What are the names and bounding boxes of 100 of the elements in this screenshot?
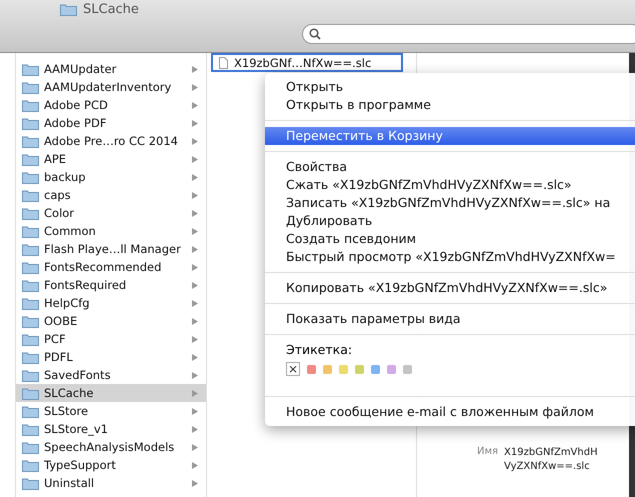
disclosure-arrow-icon[interactable] — [192, 300, 198, 306]
folder-row[interactable]: Common — [16, 222, 206, 240]
folder-row[interactable]: SLStore_v1 — [16, 420, 206, 438]
folder-icon — [60, 3, 77, 16]
no-label-option[interactable]: × — [286, 362, 300, 376]
disclosure-arrow-icon[interactable] — [192, 462, 198, 468]
disclosure-arrow-icon[interactable] — [192, 426, 198, 432]
folder-row[interactable]: caps — [16, 186, 206, 204]
search-field[interactable] — [302, 24, 635, 44]
label-swatch[interactable] — [371, 364, 380, 374]
disclosure-arrow-icon[interactable] — [192, 210, 198, 216]
disclosure-arrow-icon[interactable] — [192, 372, 198, 378]
folder-row[interactable]: APE — [16, 150, 206, 168]
menu-item[interactable]: Открыть в программе — [265, 96, 635, 114]
menu-item[interactable]: Сжать «X19zbGNfZmVhdHVyZXNfXw==.slc» — [265, 176, 635, 194]
disclosure-arrow-icon[interactable] — [192, 174, 198, 180]
disclosure-arrow-icon[interactable] — [192, 102, 198, 108]
folder-row[interactable]: Adobe Pre…ro CC 2014 — [16, 132, 206, 150]
disclosure-arrow-icon[interactable] — [192, 138, 198, 144]
folder-icon — [22, 152, 39, 166]
menu-item[interactable]: Новое сообщение e-mail с вложенным файлом — [265, 403, 635, 421]
folder-icon — [22, 386, 39, 400]
folder-icon — [22, 476, 39, 490]
folder-icon — [22, 242, 39, 256]
menu-item[interactable]: Создать псевдоним — [265, 230, 635, 248]
folder-row[interactable]: Color — [16, 204, 206, 222]
folder-icon — [22, 260, 39, 274]
disclosure-arrow-icon[interactable] — [192, 84, 198, 90]
folder-row[interactable]: SLStore — [16, 402, 206, 420]
disclosure-arrow-icon[interactable] — [192, 246, 198, 252]
folder-row[interactable]: SavedFonts — [16, 366, 206, 384]
label-swatch[interactable] — [403, 364, 412, 374]
folder-icon — [22, 368, 39, 382]
folder-row[interactable]: PCF — [16, 330, 206, 348]
folder-icon — [22, 296, 39, 310]
menu-item[interactable]: Показать параметры вида — [265, 310, 635, 328]
folder-row[interactable]: SLCache — [16, 384, 206, 402]
folder-icon — [22, 170, 39, 184]
folder-row[interactable]: backup — [16, 168, 206, 186]
folder-row[interactable]: Adobe PDF — [16, 114, 206, 132]
label-swatch[interactable] — [323, 364, 332, 374]
folder-row[interactable]: FontsRecommended — [16, 258, 206, 276]
label-swatch[interactable] — [387, 364, 396, 374]
menu-item[interactable]: Быстрый просмотр «X19zbGNfZmVhdHVyZXNfXw= — [265, 248, 635, 266]
disclosure-arrow-icon[interactable] — [192, 408, 198, 414]
folder-icon — [22, 350, 39, 364]
folder-row[interactable]: HelpCfg — [16, 294, 206, 312]
folder-row[interactable]: FontsRequired — [16, 276, 206, 294]
field-label: Имя — [477, 446, 498, 459]
folder-icon — [22, 224, 39, 238]
folder-row[interactable]: SpeechAnalysisModels — [16, 438, 206, 456]
folder-icon — [22, 278, 39, 292]
folder-row[interactable]: Flash Playe…ll Manager — [16, 240, 206, 258]
file-row[interactable]: X19zbGNf…NfXw==.slc — [211, 53, 403, 72]
disclosure-arrow-icon[interactable] — [192, 228, 198, 234]
folder-icon — [22, 440, 39, 454]
folder-icon — [22, 116, 39, 130]
menu-item[interactable]: Свойства — [265, 158, 635, 176]
folder-icon — [22, 404, 39, 418]
folder-icon — [22, 314, 39, 328]
disclosure-arrow-icon[interactable] — [192, 264, 198, 270]
disclosure-arrow-icon[interactable] — [192, 390, 198, 396]
folder-row[interactable]: Uninstall — [16, 474, 206, 492]
document-icon — [219, 56, 228, 68]
label-swatch[interactable] — [339, 364, 348, 374]
folder-icon — [22, 458, 39, 472]
field-value: X19zbGNfZmVhdHVyZXNfXw==.slc — [504, 446, 599, 473]
menu-item[interactable]: Копировать «X19zbGNfZmVhdHVyZXNfXw==.slc» — [265, 279, 635, 297]
disclosure-arrow-icon[interactable] — [192, 66, 198, 72]
label-swatch[interactable] — [355, 364, 364, 374]
folder-icon — [22, 206, 39, 220]
folder-row[interactable]: AAMUpdaterInventory — [16, 78, 206, 96]
label-swatch[interactable] — [307, 364, 316, 374]
folder-row[interactable]: OOBE — [16, 312, 206, 330]
disclosure-arrow-icon[interactable] — [192, 444, 198, 450]
menu-item[interactable]: Дублировать — [265, 212, 635, 230]
folder-icon — [22, 332, 39, 346]
disclosure-arrow-icon[interactable] — [192, 120, 198, 126]
label-heading: Этикетка: — [285, 341, 354, 359]
disclosure-arrow-icon[interactable] — [192, 318, 198, 324]
folder-row[interactable]: TypeSupport — [16, 456, 206, 474]
menu-item[interactable]: Открыть — [265, 78, 635, 96]
window-title: SLCache — [83, 2, 139, 17]
disclosure-arrow-icon[interactable] — [192, 480, 198, 486]
folder-icon — [22, 98, 39, 112]
folder-icon — [22, 62, 39, 76]
disclosure-arrow-icon[interactable] — [192, 282, 198, 288]
disclosure-arrow-icon[interactable] — [192, 156, 198, 162]
disclosure-arrow-icon[interactable] — [192, 192, 198, 198]
disclosure-arrow-icon[interactable] — [192, 336, 198, 342]
folder-icon — [22, 422, 39, 436]
folder-row[interactable]: AAMUpdater — [16, 60, 206, 78]
folder-row[interactable]: PDFL — [16, 348, 206, 366]
folder-icon — [22, 134, 39, 148]
menu-item[interactable]: Записать «X19zbGNfZmVhdHVyZXNfXw==.slc» на — [265, 194, 635, 212]
search-icon — [309, 28, 321, 40]
folder-row[interactable]: Adobe PCD — [16, 96, 206, 114]
disclosure-arrow-icon[interactable] — [192, 354, 198, 360]
folder-icon — [22, 188, 39, 202]
menu-item[interactable]: Переместить в Корзину — [265, 127, 635, 145]
